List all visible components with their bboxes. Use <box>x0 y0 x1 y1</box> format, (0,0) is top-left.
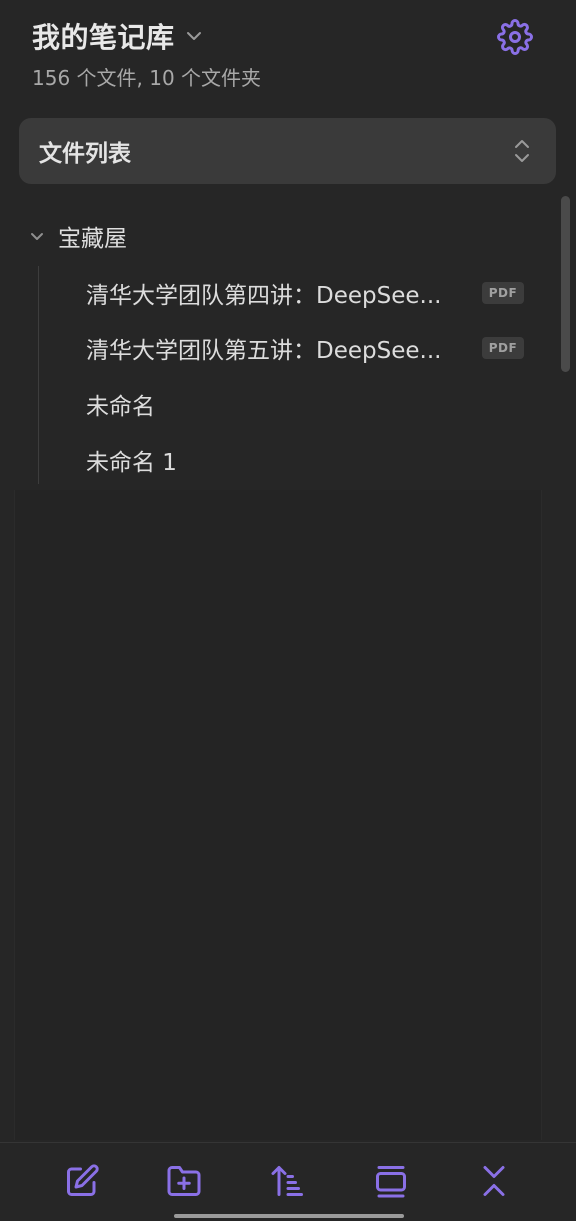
new-note-icon <box>64 1163 100 1203</box>
home-indicator[interactable] <box>174 1214 404 1218</box>
new-folder-button[interactable] <box>164 1163 204 1203</box>
bottom-toolbar <box>0 1142 576 1221</box>
toggle-view-icon <box>373 1163 409 1203</box>
file-name: 清华大学团队第四讲：DeepSee... <box>86 283 442 309</box>
new-note-button[interactable] <box>62 1163 102 1203</box>
file-tree-empty-area <box>14 490 542 1140</box>
vault-switcher[interactable]: 我的笔记库 <box>32 16 205 56</box>
folder-item[interactable]: 宝藏屋 <box>28 216 127 256</box>
chevron-updown-icon <box>514 138 530 164</box>
collapse-all-button[interactable] <box>474 1163 514 1203</box>
tree-indent-guide <box>38 266 39 484</box>
collapse-all-icon <box>476 1163 512 1203</box>
file-item[interactable]: 未命名 1 <box>86 440 177 480</box>
scrollbar[interactable] <box>561 196 570 372</box>
folder-name: 宝藏屋 <box>58 226 127 252</box>
file-name: 未命名 <box>86 394 155 420</box>
sort-button[interactable] <box>268 1163 308 1203</box>
file-name: 未命名 1 <box>86 450 177 476</box>
file-name: 清华大学团队第五讲：DeepSee... <box>86 338 442 364</box>
file-item[interactable]: 未命名 <box>86 384 155 424</box>
vault-stats: 156 个文件, 10 个文件夹 <box>32 66 262 90</box>
vault-title: 我的笔记库 <box>32 21 175 54</box>
view-selector-dropdown[interactable]: 文件列表 <box>19 118 556 184</box>
file-item[interactable]: 清华大学团队第五讲：DeepSee... <box>86 328 441 368</box>
gear-icon <box>497 19 533 59</box>
view-selector-label: 文件列表 <box>39 141 131 167</box>
file-item[interactable]: 清华大学团队第四讲：DeepSee... <box>86 273 441 313</box>
chevron-down-icon <box>183 25 205 47</box>
new-folder-icon <box>165 1163 203 1203</box>
sort-icon <box>270 1163 306 1203</box>
file-type-badge: PDF <box>482 282 524 304</box>
settings-button[interactable] <box>494 18 536 60</box>
chevron-down-icon <box>28 227 46 245</box>
file-type-badge: PDF <box>482 337 524 359</box>
file-explorer-screen: 我的笔记库 156 个文件, 10 个文件夹 文件列表 宝藏屋 清华大学团队第四… <box>0 0 576 1221</box>
toggle-view-button[interactable] <box>371 1163 411 1203</box>
